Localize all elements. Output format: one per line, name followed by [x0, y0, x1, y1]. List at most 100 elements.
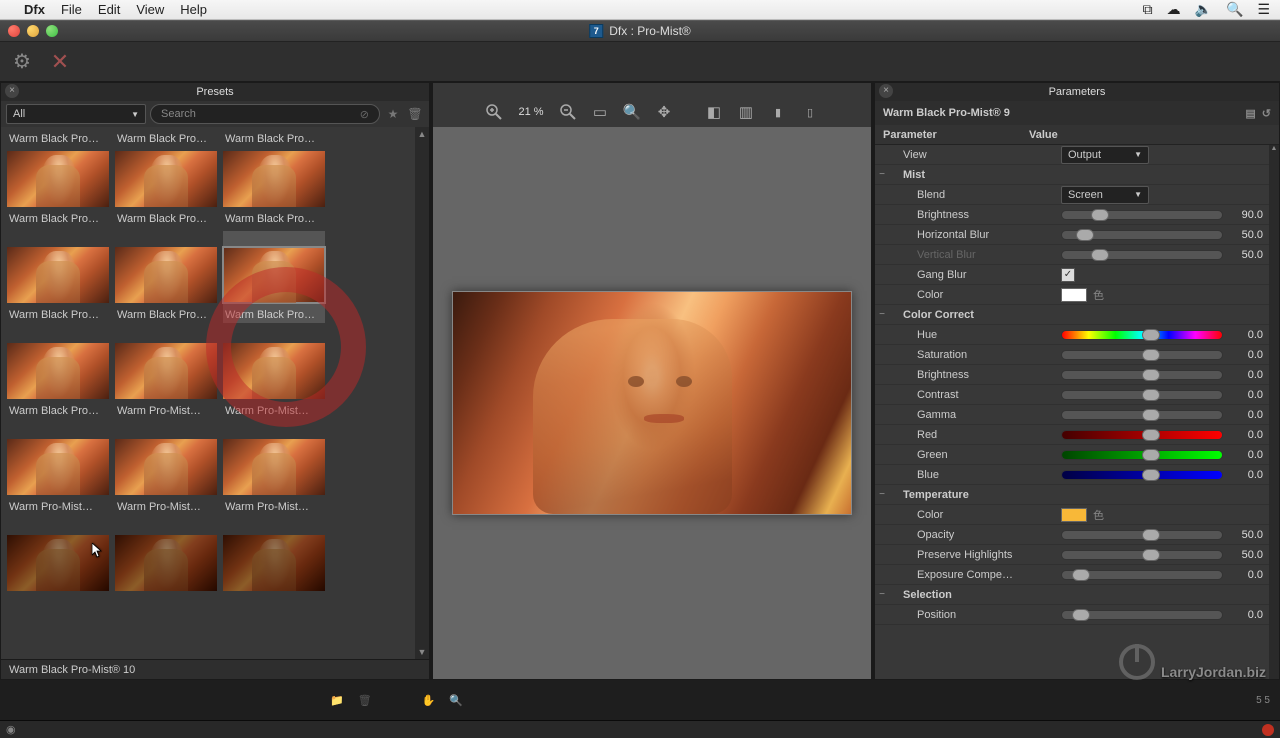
param-slider[interactable] [1061, 450, 1223, 460]
param-slider[interactable] [1061, 390, 1223, 400]
close-params-button[interactable]: × [879, 84, 893, 98]
preset-thumb[interactable]: Warm Pro-Mist… Warm Pro-Mist… [223, 327, 325, 419]
preset-thumb[interactable]: Warm Black Pro… Warm Black Pro… [7, 231, 109, 323]
param-value[interactable]: 50.0 [1229, 549, 1263, 561]
pan-tool-button[interactable]: ✥ [652, 100, 676, 124]
reset-preset-icon[interactable]: ↺ [1262, 107, 1271, 120]
preset-search-input[interactable]: Search ⊘ [150, 104, 380, 124]
expand-toggle[interactable]: − [875, 309, 889, 320]
trash-button[interactable]: 🗑 [406, 105, 424, 123]
param-value[interactable]: 50.0 [1229, 229, 1263, 241]
menu-help[interactable]: Help [180, 2, 207, 17]
param-scrollbar[interactable]: ▲ [1269, 145, 1279, 679]
trash-icon[interactable]: 🗑 [358, 694, 372, 707]
param-value[interactable]: 0.0 [1229, 389, 1263, 401]
split-view-alt-button[interactable]: ▥ [734, 100, 758, 124]
param-value[interactable]: 0.0 [1229, 349, 1263, 361]
viewer-canvas[interactable] [433, 127, 871, 679]
menu-view[interactable]: View [136, 2, 164, 17]
fit-button[interactable]: ▭ [588, 100, 612, 124]
preset-thumb[interactable]: Warm Black Pro… Warm Black Pro… [7, 131, 109, 227]
search-icon[interactable]: 🔍 [449, 694, 463, 707]
screencast-icon[interactable]: ⧉ [1143, 1, 1153, 18]
close-window-button[interactable] [8, 25, 20, 37]
param-value[interactable]: 0.0 [1229, 609, 1263, 621]
scroll-down-icon[interactable]: ▼ [415, 645, 429, 659]
param-checkbox[interactable]: ✓ [1061, 268, 1075, 282]
close-pane-button[interactable]: × [5, 84, 19, 98]
scroll-up-icon[interactable]: ▲ [415, 127, 429, 141]
param-value[interactable]: 0.0 [1229, 429, 1263, 441]
param-select[interactable]: Screen▼ [1061, 186, 1149, 204]
preset-thumb[interactable] [7, 519, 109, 611]
preset-grid[interactable]: Warm Black Pro… Warm Black Pro…Warm Blac… [1, 127, 429, 659]
param-value[interactable]: 0.0 [1229, 449, 1263, 461]
zoom-out-button[interactable] [556, 100, 580, 124]
spotlight-icon[interactable]: 🔍 [1226, 1, 1243, 18]
clear-search-icon[interactable]: ⊘ [360, 108, 369, 121]
preset-thumb[interactable]: Warm Pro-Mist… Warm Pro-Mist… [223, 423, 325, 515]
zoom-window-button[interactable] [46, 25, 58, 37]
compare-button[interactable]: ▯ [798, 100, 822, 124]
param-slider[interactable] [1061, 410, 1223, 420]
param-slider[interactable] [1061, 470, 1223, 480]
param-value[interactable]: 0.0 [1229, 409, 1263, 421]
menu-file[interactable]: File [61, 2, 82, 17]
expand-toggle[interactable]: − [875, 489, 889, 500]
param-slider[interactable] [1061, 210, 1223, 220]
param-slider[interactable] [1061, 250, 1223, 260]
param-select[interactable]: Output▼ [1061, 146, 1149, 164]
param-slider[interactable] [1061, 610, 1223, 620]
param-value[interactable]: 50.0 [1229, 249, 1263, 261]
param-value[interactable]: 0.0 [1229, 469, 1263, 481]
param-slider[interactable] [1061, 430, 1223, 440]
split-view-button[interactable]: ◧ [702, 100, 726, 124]
favorite-star-button[interactable]: ★ [384, 105, 402, 123]
param-slider[interactable] [1061, 550, 1223, 560]
cloud-icon[interactable]: ☁ [1167, 1, 1181, 18]
save-preset-icon[interactable]: ▤ [1245, 107, 1255, 120]
preset-category-select[interactable]: All ▼ [6, 104, 146, 124]
eyedropper-icon[interactable]: ⾊ [1093, 507, 1104, 523]
preset-thumb[interactable]: Warm Pro-Mist… Warm Pro-Mist… [7, 423, 109, 515]
param-slider[interactable] [1061, 350, 1223, 360]
param-slider[interactable] [1061, 570, 1223, 580]
param-value[interactable]: 90.0 [1229, 209, 1263, 221]
preset-thumb[interactable]: Warm Pro-Mist… Warm Pro-Mist… [115, 423, 217, 515]
param-slider[interactable] [1061, 230, 1223, 240]
preset-thumb[interactable]: Warm Black Pro… Warm Black Pro… [115, 231, 217, 323]
expand-toggle[interactable]: − [875, 169, 889, 180]
zoom-level-label[interactable]: 21 % [514, 106, 548, 118]
param-value[interactable]: 0.0 [1229, 369, 1263, 381]
menu-edit[interactable]: Edit [98, 2, 120, 17]
param-value[interactable]: 0.0 [1229, 329, 1263, 341]
single-view-button[interactable]: ▮ [766, 100, 790, 124]
minimize-window-button[interactable] [27, 25, 39, 37]
status-eye-icon[interactable]: ◉ [6, 723, 16, 736]
folder-icon[interactable]: 📁 [330, 694, 344, 707]
app-menu[interactable]: Dfx [24, 2, 45, 17]
param-slider[interactable] [1061, 330, 1223, 340]
param-value[interactable]: 50.0 [1229, 529, 1263, 541]
color-swatch[interactable] [1061, 508, 1087, 522]
param-slider[interactable] [1061, 370, 1223, 380]
param-slider[interactable] [1061, 530, 1223, 540]
preset-thumb[interactable]: Warm Black Pro… Warm Black Pro… [7, 327, 109, 419]
hand-icon[interactable]: ✋ [422, 694, 436, 707]
preset-thumb[interactable] [223, 519, 325, 611]
color-swatch[interactable] [1061, 288, 1087, 302]
preset-thumb[interactable]: Warm Black Pro… Warm Black Pro… [223, 231, 325, 323]
preset-thumb[interactable]: Warm Black Pro… Warm Black Pro… [115, 131, 217, 227]
zoom-tool-button[interactable]: 🔍 [620, 100, 644, 124]
parameter-list[interactable]: ▲ ViewOutput▼−MistBlendScreen▼Brightness… [875, 145, 1279, 679]
volume-icon[interactable]: 🔈 [1195, 1, 1212, 18]
preset-scrollbar[interactable]: ▲ ▼ [415, 127, 429, 659]
list-icon[interactable]: ☰ [1257, 1, 1270, 18]
preset-thumb[interactable] [115, 519, 217, 611]
settings-gear-button[interactable]: ⚙ [8, 48, 36, 76]
close-effect-button[interactable]: ✕ [46, 48, 74, 76]
preset-thumb[interactable]: Warm Black Pro… Warm Black Pro… [223, 131, 325, 227]
zoom-in-button[interactable] [482, 100, 506, 124]
expand-toggle[interactable]: − [875, 589, 889, 600]
preset-thumb[interactable]: Warm Pro-Mist… Warm Pro-Mist… [115, 327, 217, 419]
